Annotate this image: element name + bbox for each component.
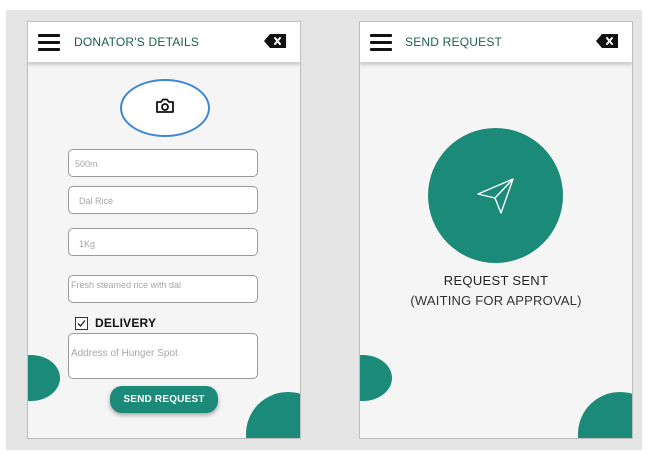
food-name-value: Dal Rice — [79, 196, 114, 206]
description-value: Fresh steamed rice with dal — [71, 280, 182, 290]
decorative-blob-right — [246, 392, 300, 438]
checkmark-icon — [77, 320, 86, 327]
status-title: REQUEST SENT — [443, 273, 549, 288]
weight-input[interactable]: 1Kg — [68, 228, 258, 256]
request-sent-indicator — [428, 128, 563, 263]
donor-details-screen: DONATOR'S DETAILS 500m Dal Rice 1Kg Fres… — [27, 21, 301, 439]
close-icon[interactable] — [264, 34, 286, 48]
food-name-input[interactable]: Dal Rice — [68, 186, 258, 214]
send-icon — [477, 178, 514, 214]
page-title: SEND REQUEST — [405, 35, 503, 49]
menu-icon[interactable] — [370, 34, 392, 51]
menu-icon[interactable] — [38, 34, 60, 51]
description-input[interactable]: Fresh steamed rice with dal — [68, 275, 258, 303]
quantity-input[interactable]: 500m — [68, 149, 258, 177]
address-placeholder: Address of Hunger Spot — [71, 348, 178, 359]
camera-icon — [156, 98, 174, 113]
page-title: DONATOR'S DETAILS — [74, 35, 200, 49]
app-bar: DONATOR'S DETAILS — [28, 22, 300, 63]
decorative-blob-right — [578, 392, 632, 438]
weight-value: 1Kg — [79, 239, 96, 249]
status-subtitle: (WAITING FOR APPROVAL) — [410, 293, 582, 308]
decorative-blob-left — [360, 355, 392, 401]
app-bar: SEND REQUEST — [360, 22, 632, 63]
quantity-value: 500m — [75, 159, 98, 169]
decorative-blob-left — [28, 355, 60, 401]
address-input[interactable]: Address of Hunger Spot — [68, 333, 258, 379]
close-icon[interactable] — [596, 34, 618, 48]
delivery-label: DELIVERY — [95, 316, 157, 330]
photo-upload-button[interactable] — [120, 79, 210, 137]
send-request-screen: SEND REQUEST REQUEST SENT (WAITING FOR A… — [359, 21, 633, 439]
delivery-checkbox[interactable] — [75, 317, 88, 330]
send-request-button[interactable]: SEND REQUEST — [110, 386, 218, 413]
